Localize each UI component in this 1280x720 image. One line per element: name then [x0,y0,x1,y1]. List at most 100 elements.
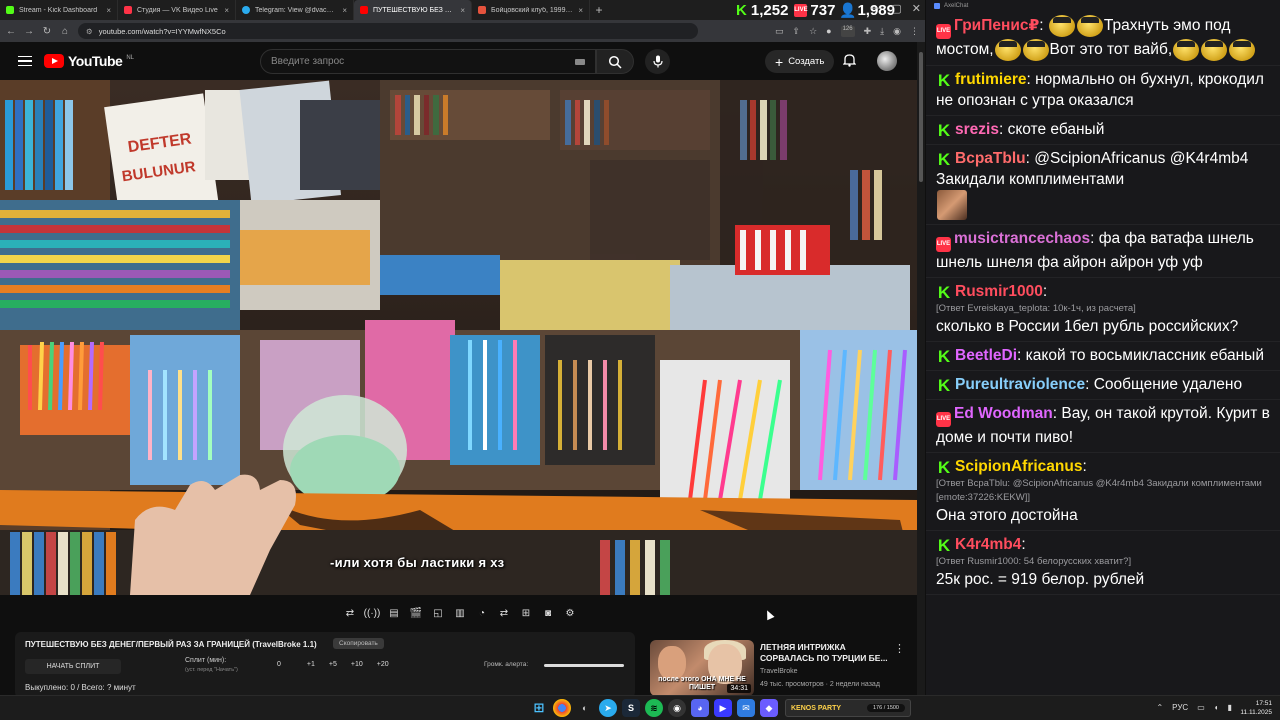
close-tab-icon[interactable]: × [342,6,347,15]
search-input[interactable]: Введите запрос [260,49,596,74]
keyboard-language[interactable]: РУС [1172,703,1188,712]
profile-icon[interactable]: ◉ [893,26,901,37]
kenos-party-widget[interactable]: KENOS PARTY 176 / 1500 [785,699,911,717]
browser-tab[interactable]: Бойцовский клуб, 1999 — смотреть × [472,0,590,20]
new-tab-button[interactable]: + [590,3,608,17]
page-scrollbar[interactable] [917,42,925,695]
chat-nick[interactable]: BeetleDi [955,347,1017,364]
chat-nick[interactable]: ScipionAfricanus [955,458,1082,475]
chat-nick[interactable]: srezis [955,121,999,138]
close-tab-icon[interactable]: × [460,6,465,15]
chat-text: : какой то восьмиклассник ебаный [1017,347,1264,365]
chat-nick[interactable]: K4r4mb4 [955,536,1021,553]
repeat-icon[interactable]: ⇄ [342,605,358,621]
close-tab-icon[interactable]: × [224,6,229,15]
split-add-1-button[interactable]: +1 [307,661,315,668]
media-player-icon[interactable]: ▶ [714,699,732,717]
discord-icon[interactable]: ◕ [691,699,709,717]
reload-icon[interactable]: ↻ [42,26,52,37]
kick-icon: K [937,150,951,170]
broadcast-icon[interactable]: ((·)) [364,605,381,621]
chat-message: Ksrezis: скоте ебаный [926,116,1280,146]
split-add-10-button[interactable]: +10 [351,661,363,668]
alert-volume-slider[interactable] [544,664,624,667]
address-bar[interactable]: ⚙ youtube.com/watch?v=IYYMwfNX5Co [78,23,698,39]
app-icon[interactable]: ◆ [760,699,778,717]
obs-icon[interactable]: ◉ [668,699,686,717]
subtitles-icon[interactable]: ▥ [452,605,468,621]
split-add-20-button[interactable]: +20 [377,661,389,668]
browser-tab-active[interactable]: ПУТЕШЕСТВУЮ БЕЗ ДЕНЕГ/ПЕРВЫЙ РАЗ ЗА ГРАН… [354,0,472,20]
split-video-title: ПУТЕШЕСТВУЮ БЕЗ ДЕНЕГ/ПЕРВЫЙ РАЗ ЗА ГРАН… [25,640,317,649]
extension-icon[interactable]: ● [826,26,831,37]
picture-in-picture-icon[interactable]: ◱ [430,605,446,621]
chat-nick[interactable]: musictrancechaos [954,230,1090,247]
split-add-5-button[interactable]: +5 [329,661,337,668]
notifications-bell-icon[interactable] [842,53,857,70]
chat-nick[interactable]: frutimiere [955,71,1027,88]
site-info-icon[interactable]: ⚙ [86,27,93,36]
browser-tab-strip: Stream - Kick Dashboard × Студия — VK Ви… [0,0,925,20]
video-player[interactable]: DEFTER BULUNUR -или хотя бы ластики я хз [0,80,917,595]
battery-icon[interactable]: ▮ [1228,703,1232,712]
chat-nick[interactable]: Rusmir1000 [955,283,1043,300]
recommendation-channel[interactable]: TravelBroke [760,668,797,675]
spotify-icon[interactable]: ≋ [645,699,663,717]
bookmark-star-icon[interactable]: ☆ [809,26,817,37]
kenos-party-logo: KENOS PARTY [791,704,842,712]
copy-tag-button[interactable]: Скопировать [333,638,384,649]
search-button[interactable] [596,49,634,74]
recommendation-thumbnail[interactable]: после этого ОНА МНЕ НЕ ПИШЕТ 34:31 [650,640,754,696]
tray-expand-icon[interactable]: ⌃ [1156,703,1163,712]
scrollbar-thumb[interactable] [919,52,923,182]
browser-tab[interactable]: Telegram: View @dvachannel × [236,0,354,20]
share-icon[interactable]: ⇪ [793,26,801,37]
network-icon[interactable]: ▭ [1197,703,1205,712]
keyboard-icon[interactable] [575,58,585,65]
telegram-icon[interactable]: ➤ [599,699,617,717]
chat-nick[interactable]: ВсраТblu [955,150,1026,167]
close-window-icon[interactable]: ✕ [912,2,921,15]
volume-icon[interactable]: ◖ [1214,703,1219,712]
hamburger-menu-icon[interactable] [18,55,32,67]
axelchat-icon[interactable]: ✉ [737,699,755,717]
kekw-emote-icon [937,190,967,221]
chat-nick[interactable]: Pureultraviolence [955,376,1085,393]
download-icon[interactable]: ⤓ [880,26,884,37]
add-clip-icon[interactable]: ⊞ [518,605,534,621]
chat-app-title: AxelChat [944,3,969,9]
menu-dots-icon[interactable]: ⋮ [910,26,919,37]
search-app-icon[interactable]: ◐ [576,699,594,717]
start-split-button[interactable]: НАЧАТЬ СПЛИТ [25,659,121,674]
forward-icon[interactable]: → [24,26,34,37]
steam-icon[interactable]: S [622,699,640,717]
close-tab-icon[interactable]: × [106,6,111,15]
more-actions-icon[interactable]: ⋮ [894,642,905,655]
maximize-icon[interactable]: ▢ [891,2,901,15]
browser-tab[interactable]: Stream - Kick Dashboard × [0,0,118,20]
chrome-icon[interactable] [553,699,571,717]
account-avatar[interactable] [877,51,897,71]
voice-search-button[interactable] [645,49,670,74]
system-clock[interactable]: 17:51 11.11.2025 [1240,699,1272,717]
chat-nick[interactable]: ГриПенис₽ [954,17,1039,34]
clapper-icon[interactable]: 🎬 [408,605,424,621]
recommendation-title[interactable]: ЛЕТНЯЯ ИНТРИЖКА СОРВАЛАСЬ ПО ТУРЦИИ БЕ..… [760,642,890,664]
youtube-logo[interactable]: YouTube NL [44,53,134,69]
create-button[interactable]: + Создать [765,50,835,73]
minimize-icon[interactable]: — [870,2,881,15]
speed-indicator-icon[interactable]: ⇄ [496,605,512,621]
speed-gauge-icon[interactable]: ◔ [474,605,490,621]
extensions-puzzle-icon[interactable]: ✚ [864,26,872,37]
windows-start-icon[interactable]: ⊞ [530,699,548,717]
browser-tab[interactable]: Студия — VK Видео Live × [118,0,236,20]
back-icon[interactable]: ← [6,26,16,37]
screenshot-camera-icon[interactable]: ◙ [540,605,556,621]
cast-icon[interactable]: ▭ [775,26,784,37]
home-icon[interactable]: ⌂ [60,26,70,37]
settings-gear-icon[interactable]: ⚙ [562,605,578,621]
extension-badge[interactable]: 126 [840,25,855,37]
screen-share-icon[interactable]: ▤ [386,605,402,621]
close-tab-icon[interactable]: × [578,6,583,15]
chat-nick[interactable]: Ed Woodman [954,405,1053,422]
